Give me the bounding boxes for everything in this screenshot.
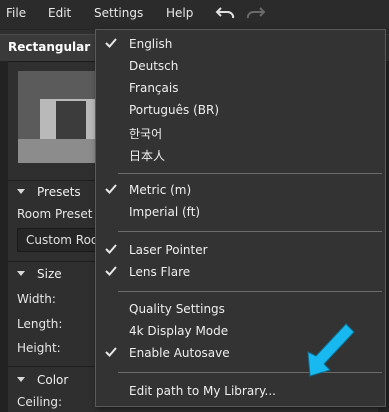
- arrow-pointer-icon: [307, 323, 355, 377]
- menu-help[interactable]: Help: [166, 6, 193, 20]
- section-size[interactable]: Size: [8, 265, 98, 285]
- menu-file[interactable]: File: [6, 6, 26, 20]
- section-presets-label: Presets: [37, 185, 81, 199]
- menu-separator: [118, 173, 382, 174]
- menu-item-label: Quality Settings: [129, 302, 225, 316]
- preview-shadow: [56, 101, 86, 139]
- redo-icon[interactable]: [244, 5, 266, 21]
- undo-icon[interactable]: [215, 5, 237, 21]
- collapse-triangle-icon: [17, 189, 25, 194]
- section-divider: [8, 180, 98, 181]
- menu-edit[interactable]: Edit: [48, 6, 71, 20]
- menu-item-laser-pointer[interactable]: Laser Pointer: [96, 241, 385, 261]
- menu-item-metric[interactable]: Metric (m): [96, 181, 385, 201]
- section-size-label: Size: [37, 267, 62, 281]
- menu-item-imperial[interactable]: Imperial (ft): [96, 203, 385, 223]
- menu-settings[interactable]: Settings: [94, 6, 143, 20]
- menu-item-language-deutsch[interactable]: Deutsch: [96, 57, 385, 77]
- menu-item-label: 日本人: [129, 149, 166, 163]
- room-preset-value: Custom Roo: [26, 233, 99, 247]
- section-divider: [8, 261, 98, 262]
- room-preset-select[interactable]: Custom Roo: [17, 228, 99, 252]
- menu-item-edit-library-path[interactable]: Edit path to My Library...: [96, 382, 385, 402]
- height-label: Height:: [17, 341, 61, 355]
- collapse-triangle-icon: [17, 377, 25, 382]
- menu-item-label: 4k Display Mode: [129, 324, 229, 338]
- menu-item-label: Laser Pointer: [129, 243, 208, 257]
- menu-item-label: Edit path to My Library...: [129, 384, 276, 398]
- check-icon: [105, 244, 117, 254]
- menu-item-label: Deutsch: [129, 59, 179, 73]
- menu-item-label: Imperial (ft): [129, 205, 201, 219]
- check-icon: [105, 347, 117, 357]
- menu-item-quality-settings[interactable]: Quality Settings: [96, 300, 385, 320]
- check-icon: [105, 184, 117, 194]
- menu-item-language-portugues[interactable]: Português (BR): [96, 101, 385, 121]
- width-label: Width:: [17, 292, 56, 306]
- menu-item-label: Français: [129, 81, 179, 95]
- room-preset-label: Room Preset: [17, 207, 93, 221]
- left-strip: [0, 61, 8, 412]
- menu-item-language-english[interactable]: English: [96, 35, 385, 55]
- ceiling-label: Ceiling:: [17, 395, 63, 409]
- check-icon: [105, 38, 117, 48]
- check-icon: [105, 266, 117, 276]
- collapse-triangle-icon: [17, 271, 25, 276]
- section-color[interactable]: Color: [8, 371, 98, 391]
- menu-item-language-japanese[interactable]: 日本人: [96, 145, 385, 165]
- length-label: Length:: [17, 317, 63, 331]
- menu-item-language-francais[interactable]: Français: [96, 79, 385, 99]
- section-presets[interactable]: Presets: [8, 183, 98, 203]
- menu-item-label: Lens Flare: [129, 265, 191, 279]
- menu-item-label: English: [129, 37, 173, 51]
- room-preview-image: [18, 71, 98, 163]
- menu-item-language-korean[interactable]: 한국어: [96, 123, 385, 143]
- menu-separator: [118, 231, 382, 232]
- menu-item-label: Português (BR): [129, 103, 219, 117]
- menu-bar: File Edit Settings Help: [0, 0, 389, 29]
- section-color-label: Color: [37, 373, 69, 387]
- menu-item-label: 한국어: [129, 127, 163, 141]
- menu-item-label: Metric (m): [129, 183, 192, 197]
- preview-floor: [18, 139, 98, 163]
- section-divider: [8, 366, 98, 367]
- menu-item-lens-flare[interactable]: Lens Flare: [96, 263, 385, 283]
- menu-item-label: Enable Autosave: [129, 346, 230, 360]
- menu-separator: [118, 291, 382, 292]
